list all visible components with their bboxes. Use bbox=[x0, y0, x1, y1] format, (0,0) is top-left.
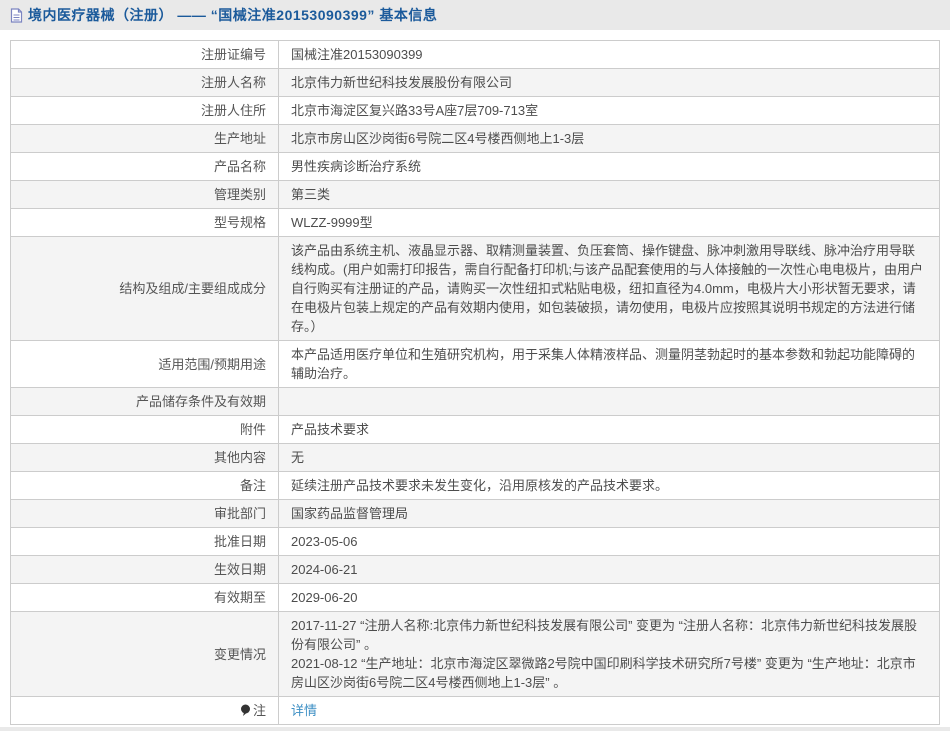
table-row: 适用范围/预期用途 本产品适用医疗单位和生殖研究机构，用于采集人体精液样品、测量阴… bbox=[10, 340, 940, 388]
value-line: 2017-11-27 “注册人名称:北京伟力新世纪科技发展有限公司” 变更为 “… bbox=[291, 618, 917, 652]
row-label: 结构及组成/主要组成成分 bbox=[10, 236, 279, 341]
note-balloon-icon bbox=[240, 704, 250, 716]
details-link[interactable]: 详情 bbox=[291, 703, 317, 718]
row-value: 延续注册产品技术要求未发生变化，沿用原核发的产品技术要求。 bbox=[278, 471, 940, 500]
table-row: 批准日期 2023-05-06 bbox=[10, 527, 940, 556]
table-row: 生产地址 北京市房山区沙岗街6号院二区4号楼西侧地上1-3层 bbox=[10, 124, 940, 153]
table-row: 备注 延续注册产品技术要求未发生变化，沿用原核发的产品技术要求。 bbox=[10, 471, 940, 500]
row-label: 审批部门 bbox=[10, 499, 279, 528]
row-label: 产品名称 bbox=[10, 152, 279, 181]
table-row: 结构及组成/主要组成成分 该产品由系统主机、液晶显示器、取精测量装置、负压套筒、操… bbox=[10, 236, 940, 341]
document-icon bbox=[10, 7, 23, 23]
row-label-text: 注 bbox=[252, 703, 266, 718]
table-row: 附件 产品技术要求 bbox=[10, 415, 940, 444]
row-value: 国械注准20153090399 bbox=[278, 40, 940, 69]
table-row: 其他内容无 bbox=[10, 443, 940, 472]
row-label: 有效期至 bbox=[10, 583, 279, 612]
page-title: 境内医疗器械（注册） —— “国械注准20153090399” 基本信息 bbox=[28, 7, 438, 23]
row-label: 型号规格 bbox=[10, 208, 279, 237]
table-row: 产品储存条件及有效期 bbox=[10, 387, 940, 416]
row-label: 管理类别 bbox=[10, 180, 279, 209]
table-row: 有效期至 2029-06-20 bbox=[10, 583, 940, 612]
row-value: 北京伟力新世纪科技发展股份有限公司 bbox=[278, 68, 940, 97]
row-value: 第三类 bbox=[278, 180, 940, 209]
row-label: 产品储存条件及有效期 bbox=[10, 387, 279, 416]
value-line: 2021-08-12 “生产地址：北京市海淀区翠微路2号院中国印刷科学技术研究所… bbox=[291, 656, 916, 690]
row-label: 注 bbox=[10, 696, 279, 725]
row-value: 北京市房山区沙岗街6号院二区4号楼西侧地上1-3层 bbox=[278, 124, 940, 153]
row-label: 生产地址 bbox=[10, 124, 279, 153]
table-row: 管理类别 第三类 bbox=[10, 180, 940, 209]
row-label: 适用范围/预期用途 bbox=[10, 340, 279, 388]
registration-info-table: 注册证编号 国械注准20153090399 注册人名称 北京伟力新世纪科技发展股份有限… bbox=[10, 40, 940, 725]
table-row: 注 详情 bbox=[10, 696, 940, 725]
row-label: 备注 bbox=[10, 471, 279, 500]
table-row: 审批部门 国家药品监督管理局 bbox=[10, 499, 940, 528]
row-label: 其他内容 bbox=[10, 443, 279, 472]
row-value: 产品技术要求 bbox=[278, 415, 940, 444]
table-row: 生效日期 2024-06-21 bbox=[10, 555, 940, 584]
page: 境内医疗器械（注册） —— “国械注准20153090399” 基本信息 注册证… bbox=[0, 0, 950, 731]
row-value: 2023-05-06 bbox=[278, 527, 940, 556]
row-value: WLZZ-9999型 bbox=[278, 208, 940, 237]
row-label: 注册证编号 bbox=[10, 40, 279, 69]
row-label: 变更情况 bbox=[10, 611, 279, 697]
table-body: 注册证编号 国械注准20153090399 注册人名称 北京伟力新世纪科技发展股份有限… bbox=[10, 40, 940, 725]
row-value: 2024-06-21 bbox=[278, 555, 940, 584]
row-value: 国家药品监督管理局 bbox=[278, 499, 940, 528]
table-row: 注册人住所 北京市海淀区复兴路33号A座7层709-713室 bbox=[10, 96, 940, 125]
row-label: 生效日期 bbox=[10, 555, 279, 584]
row-value bbox=[278, 387, 940, 416]
row-label: 注册人住所 bbox=[10, 96, 279, 125]
row-value: 详情 bbox=[278, 696, 940, 725]
row-value: 2029-06-20 bbox=[278, 583, 940, 612]
row-value: 该产品由系统主机、液晶显示器、取精测量装置、负压套筒、操作键盘、脉冲刺激用导联线… bbox=[278, 236, 940, 341]
row-value: 本产品适用医疗单位和生殖研究机构，用于采集人体精液样品、测量阴茎勃起时的基本参数… bbox=[278, 340, 940, 388]
row-label: 批准日期 bbox=[10, 527, 279, 556]
table-row: 型号规格 WLZZ-9999型 bbox=[10, 208, 940, 237]
row-value: 无 bbox=[278, 443, 940, 472]
row-value: 北京市海淀区复兴路33号A座7层709-713室 bbox=[278, 96, 940, 125]
page-header: 境内医疗器械（注册） —— “国械注准20153090399” 基本信息 bbox=[0, 0, 950, 30]
row-value: 男性疾病诊断治疗系统 bbox=[278, 152, 940, 181]
table-row: 变更情况 2017-11-27 “注册人名称:北京伟力新世纪科技发展有限公司” 变… bbox=[10, 611, 940, 697]
footer-strip bbox=[0, 727, 950, 731]
table-row: 注册证编号 国械注准20153090399 bbox=[10, 40, 940, 69]
table-row: 注册人名称 北京伟力新世纪科技发展股份有限公司 bbox=[10, 68, 940, 97]
row-label: 附件 bbox=[10, 415, 279, 444]
row-label: 注册人名称 bbox=[10, 68, 279, 97]
row-value: 2017-11-27 “注册人名称:北京伟力新世纪科技发展有限公司” 变更为 “… bbox=[278, 611, 940, 697]
table-row: 产品名称 男性疾病诊断治疗系统 bbox=[10, 152, 940, 181]
